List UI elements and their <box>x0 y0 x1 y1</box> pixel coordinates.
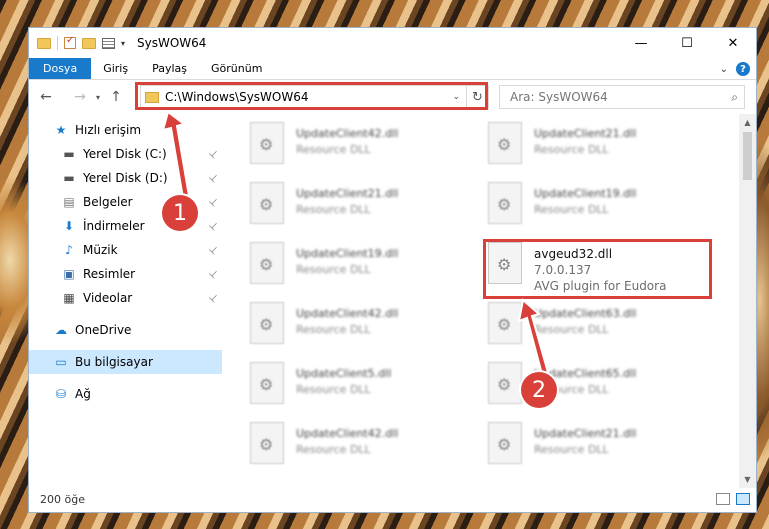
step-2-badge: 2 <box>521 372 557 408</box>
arrow-2 <box>517 298 551 380</box>
arrow-1 <box>161 110 191 200</box>
step-1-badge: 1 <box>162 195 198 231</box>
annotation-arrows <box>161 110 551 380</box>
